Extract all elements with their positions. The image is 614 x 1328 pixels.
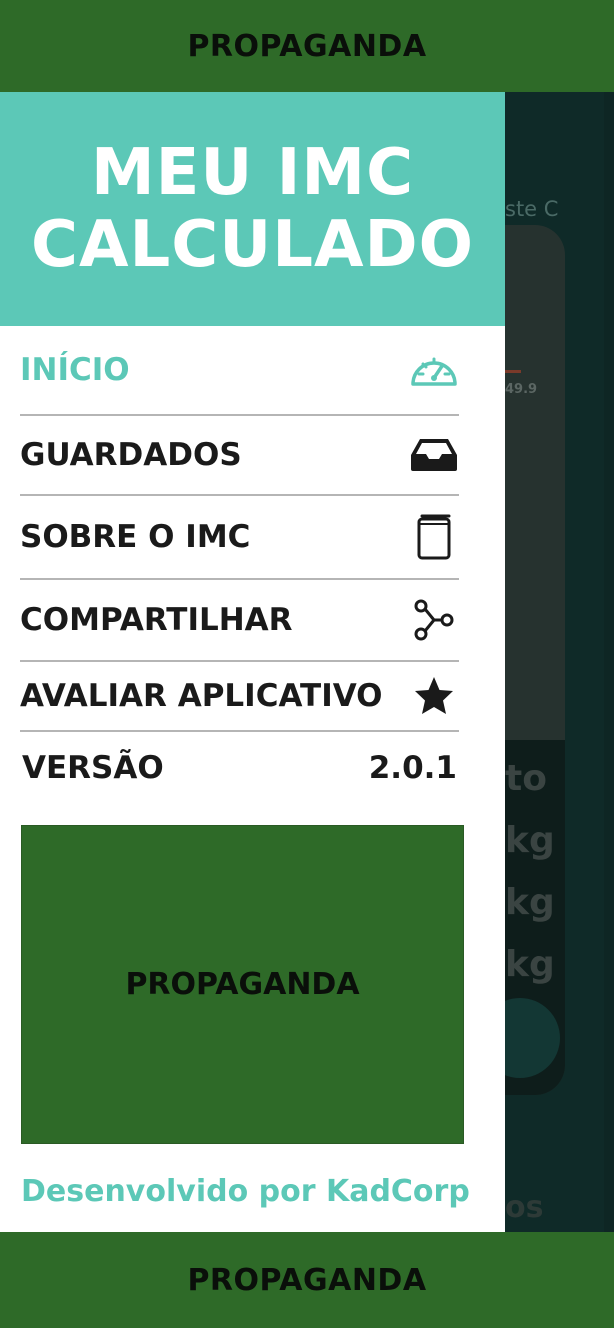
background-row-3: kg — [505, 882, 555, 923]
drawer-menu: INÍCIO GUARDADOS SOBRE O IMC COMPARTILHA… — [0, 326, 505, 732]
menu-item-label: INÍCIO — [20, 352, 130, 388]
speedometer-icon — [409, 345, 459, 395]
menu-item-sobre-o-imc[interactable]: SOBRE O IMC — [20, 496, 459, 580]
background-row-4: kg — [505, 944, 555, 985]
drawer-ad-label: PROPAGANDA — [125, 967, 360, 1002]
menu-item-compartilhar[interactable]: COMPARTILHAR — [20, 580, 459, 662]
version-value: 2.0.1 — [368, 750, 457, 786]
drawer-title-line-2: CALCULADO — [30, 208, 475, 282]
drawer-title-line-1: MEU IMC — [90, 136, 415, 210]
menu-item-guardados[interactable]: GUARDADOS — [20, 416, 459, 496]
menu-item-label: SOBRE O IMC — [20, 519, 251, 555]
background-test-text: ste C — [505, 197, 559, 221]
menu-item-avaliar-aplicativo[interactable]: AVALIAR APLICATIVO — [20, 662, 459, 732]
background-indicator-line — [505, 370, 521, 373]
version-row: VERSÃO 2.0.1 — [0, 732, 505, 804]
version-label: VERSÃO — [22, 750, 164, 786]
bottom-ad-banner[interactable]: PROPAGANDA — [0, 1232, 614, 1328]
drawer-ad-banner[interactable]: PROPAGANDA — [21, 825, 464, 1144]
inbox-icon — [409, 430, 459, 480]
background-row-1: to — [505, 758, 547, 799]
drawer-header: MEU IMC CALCULADO — [0, 92, 505, 326]
menu-item-label: GUARDADOS — [20, 437, 242, 473]
menu-item-label: AVALIAR APLICATIVO — [20, 678, 383, 714]
background-value: 49.9 — [505, 382, 538, 397]
share-icon — [409, 595, 459, 645]
book-icon — [409, 512, 459, 562]
menu-item-label: COMPARTILHAR — [20, 602, 293, 638]
background-row-2: kg — [505, 820, 555, 861]
bottom-ad-label: PROPAGANDA — [187, 1262, 427, 1298]
menu-item-inicio[interactable]: INÍCIO — [20, 326, 459, 416]
star-icon — [409, 671, 459, 721]
developer-credit: Desenvolvido por KadCorp — [21, 1174, 470, 1209]
navigation-drawer: MEU IMC CALCULADO INÍCIO GUARDADOS SOBRE… — [0, 92, 505, 1232]
background-row-5: os — [505, 1190, 544, 1225]
background-edge — [604, 92, 614, 1232]
top-ad-label: PROPAGANDA — [187, 28, 427, 64]
top-ad-banner[interactable]: PROPAGANDA — [0, 0, 614, 92]
